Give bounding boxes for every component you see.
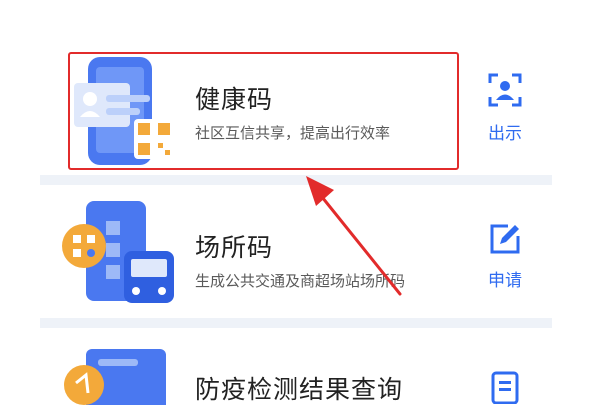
document-icon[interactable] (490, 370, 520, 404)
divider (40, 318, 552, 328)
apply-button[interactable]: 申请 (480, 266, 530, 291)
edit-icon[interactable] (488, 222, 522, 256)
show-button[interactable]: 出示 (480, 119, 530, 144)
service-title: 场所码 (195, 233, 274, 262)
test-result-document-icon (64, 349, 166, 405)
annotation-arrow (306, 176, 402, 296)
scan-person-icon[interactable] (488, 73, 522, 107)
highlight-box (68, 52, 459, 170)
service-title: 防疫检测结果查询 (195, 375, 404, 404)
venue-code-bus-icon (62, 201, 174, 303)
